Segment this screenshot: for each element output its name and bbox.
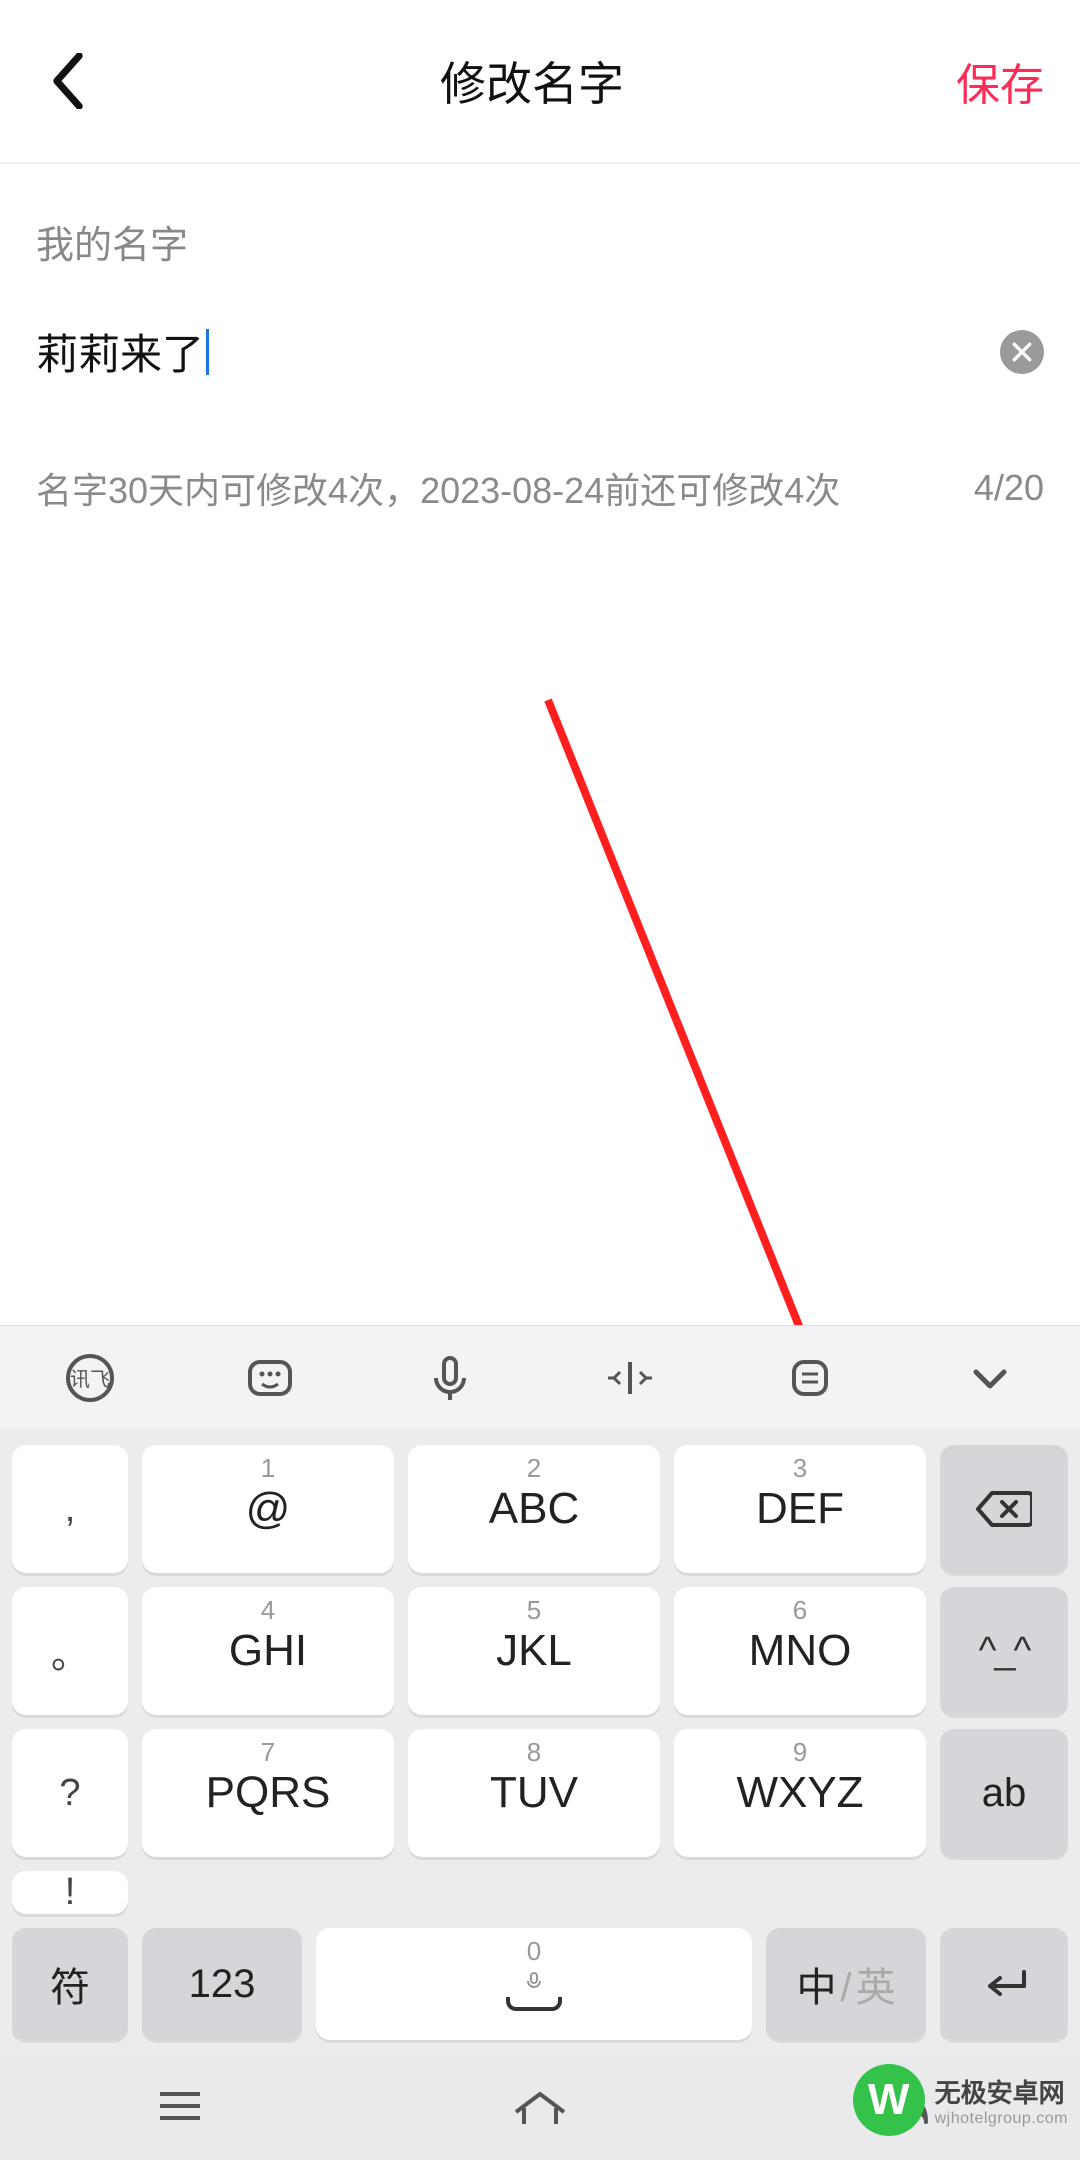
- keyboard: 讯飞 , 1@ 2ABC 3DEF 。 4GHI 5JKL 6MNO ^_^ ?…: [0, 1325, 1080, 2160]
- field-label: 我的名字: [36, 214, 1044, 269]
- key-5-jkl[interactable]: 5JKL: [408, 1587, 660, 1715]
- watermark-text: 无极安卓网 wjhotelgroup.com: [935, 2073, 1068, 2128]
- hint-text: 名字30天内可修改4次，2023-08-24前还可修改4次: [36, 462, 840, 514]
- mic-small-icon: [524, 1971, 544, 1991]
- keyboard-type-button[interactable]: [234, 1342, 306, 1414]
- key-123[interactable]: 123: [142, 1928, 302, 2040]
- close-icon: [1011, 341, 1033, 363]
- key-comma[interactable]: ,: [12, 1445, 128, 1573]
- cursor-move-button[interactable]: [594, 1342, 666, 1414]
- key-space[interactable]: 0: [316, 1928, 752, 2040]
- enter-icon: [978, 1966, 1030, 2002]
- key-6-mno[interactable]: 6MNO: [674, 1587, 926, 1715]
- key-backspace[interactable]: [940, 1445, 1068, 1573]
- key-4-ghi[interactable]: 4GHI: [142, 1587, 394, 1715]
- key-3-def[interactable]: 3DEF: [674, 1445, 926, 1573]
- text-caret: [206, 329, 209, 375]
- hint-row: 名字30天内可修改4次，2023-08-24前还可修改4次 4/20: [36, 462, 1044, 514]
- mic-button[interactable]: [414, 1342, 486, 1414]
- key-period[interactable]: 。: [12, 1587, 128, 1715]
- header: 修改名字 保存: [0, 0, 1080, 164]
- key-2-abc[interactable]: 2ABC: [408, 1445, 660, 1573]
- watermark-logo: W: [853, 2064, 925, 2136]
- name-input-row: 莉莉来了: [36, 321, 1044, 382]
- spacebar-icon: [506, 1997, 562, 2011]
- name-input-value: 莉莉来了: [36, 321, 204, 382]
- keyboard-toolbar: 讯飞: [0, 1325, 1080, 1429]
- backspace-icon: [976, 1489, 1032, 1529]
- emoji-face-icon: ^_^: [979, 1630, 1030, 1673]
- back-chevron-icon: [51, 53, 85, 109]
- nav-home[interactable]: [508, 2082, 572, 2135]
- key-exclaim[interactable]: !: [12, 1871, 128, 1914]
- key-ab[interactable]: ab: [940, 1729, 1068, 1857]
- key-1-at[interactable]: 1@: [142, 1445, 394, 1573]
- back-button[interactable]: [28, 41, 108, 121]
- ime-logo-button[interactable]: 讯飞: [54, 1342, 126, 1414]
- key-question[interactable]: ?: [12, 1729, 128, 1857]
- nav-recent[interactable]: [148, 2082, 212, 2135]
- key-symbol[interactable]: 符: [12, 1928, 128, 2040]
- key-emoji[interactable]: ^_^: [940, 1587, 1068, 1715]
- content-area: 我的名字 莉莉来了 名字30天内可修改4次，2023-08-24前还可修改4次 …: [0, 164, 1080, 514]
- name-input[interactable]: 莉莉来了: [36, 321, 209, 382]
- clear-button[interactable]: [1000, 330, 1044, 374]
- page-title: 修改名字: [440, 48, 624, 114]
- key-8-tuv[interactable]: 8TUV: [408, 1729, 660, 1857]
- key-language[interactable]: 中/英: [766, 1928, 926, 2040]
- key-9-wxyz[interactable]: 9WXYZ: [674, 1729, 926, 1857]
- key-7-pqrs[interactable]: 7PQRS: [142, 1729, 394, 1857]
- save-button[interactable]: 保存: [956, 49, 1044, 113]
- watermark: W 无极安卓网 wjhotelgroup.com: [853, 2064, 1068, 2136]
- svg-text:讯飞: 讯飞: [70, 1368, 110, 1391]
- keyboard-bottom-row: 符 123 0 中/英: [0, 1928, 1080, 2056]
- keyboard-grid: , 1@ 2ABC 3DEF 。 4GHI 5JKL 6MNO ^_^ ? 7P…: [0, 1429, 1080, 1928]
- clipboard-button[interactable]: [774, 1342, 846, 1414]
- char-counter: 4/20: [974, 467, 1044, 509]
- collapse-keyboard-button[interactable]: [954, 1342, 1026, 1414]
- key-enter[interactable]: [940, 1928, 1068, 2040]
